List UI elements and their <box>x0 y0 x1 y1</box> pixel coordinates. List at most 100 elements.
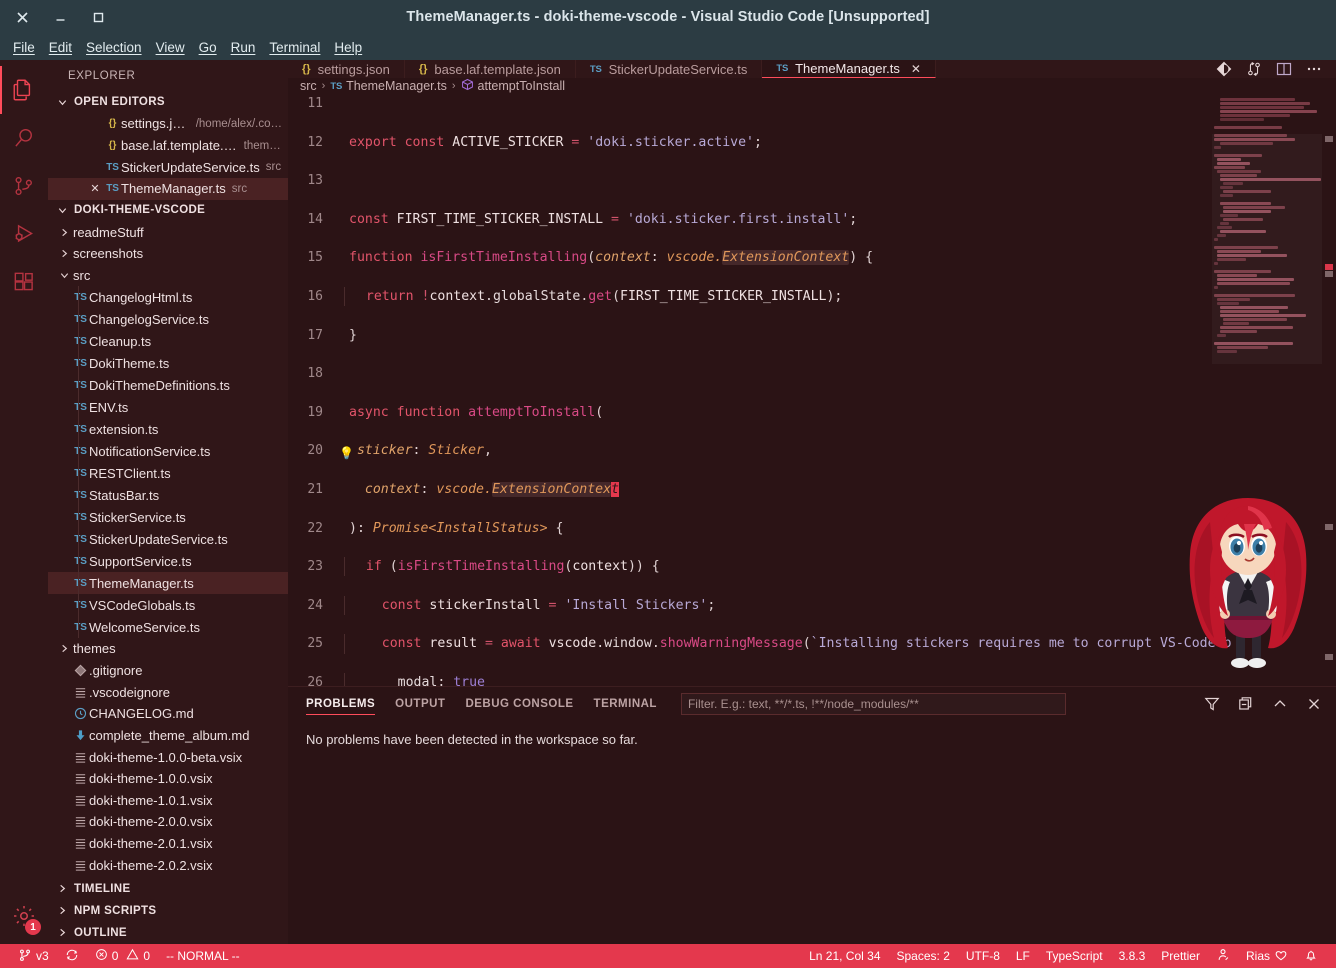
folder-screenshots[interactable]: screenshots <box>48 243 288 265</box>
section-npm-scripts[interactable]: NPM SCRIPTS <box>48 900 288 922</box>
more-actions-icon[interactable] <box>1306 61 1322 77</box>
file-dokithemedefinitions-ts[interactable]: TS DokiThemeDefinitions.ts <box>48 374 288 396</box>
file-env-ts[interactable]: TS ENV.ts <box>48 396 288 418</box>
status-eol[interactable]: LF <box>1008 944 1038 968</box>
tab-stickerupdateservice-ts[interactable]: TS StickerUpdateService.ts <box>575 60 763 79</box>
file-doki-theme-2-0-0-vsix[interactable]: doki-theme-2.0.0.vsix <box>48 811 288 833</box>
file-thememanager-ts[interactable]: TS ThemeManager.ts <box>48 572 288 595</box>
maximize-panel-icon[interactable] <box>1272 696 1288 712</box>
status-vim-mode[interactable]: -- NORMAL -- <box>158 944 248 968</box>
breadcrumb-item-attempttoinstall[interactable]: attemptToInstall <box>461 78 565 94</box>
filter-icon[interactable] <box>1204 696 1220 712</box>
file-stickerupdateservice-ts[interactable]: TS StickerUpdateService.ts <box>48 528 288 550</box>
open-editor-thememanager-ts[interactable]: ✕ TS ThemeManager.ts src <box>48 177 288 200</box>
status-doki-theme[interactable]: Rias <box>1238 944 1296 968</box>
source-control-compare-icon[interactable] <box>1246 61 1262 77</box>
file-doki-theme-1-0-1-vsix[interactable]: doki-theme-1.0.1.vsix <box>48 789 288 811</box>
file-gitignore[interactable]: .gitignore <box>48 660 288 682</box>
status-notifications[interactable] <box>1296 944 1326 968</box>
tab-base-laf-template-json[interactable]: {} base.laf.template.json <box>404 60 576 79</box>
section-open-editors[interactable]: OPEN EDITORS <box>48 91 288 113</box>
file-welcomeservice-ts[interactable]: TS WelcomeService.ts <box>48 616 288 638</box>
problems-filter-input[interactable]: Filter. E.g.: text, **/*.ts, !**/node_mo… <box>680 692 1066 715</box>
folder-src[interactable]: src <box>48 264 288 286</box>
file-extension-ts[interactable]: TS extension.ts <box>48 418 288 440</box>
close-window-icon[interactable] <box>14 9 30 25</box>
open-changes-icon[interactable] <box>1216 61 1232 77</box>
code-editor[interactable]: 11 12 export const ACTIVE_STICKER = 'doki… <box>288 94 1336 686</box>
status-problems[interactable]: 0 0 <box>87 944 158 968</box>
folder-readmestuff[interactable]: readmeStuff <box>48 221 288 243</box>
status-language-mode[interactable]: TypeScript <box>1038 944 1111 968</box>
section-outline[interactable]: OUTLINE <box>48 922 288 944</box>
status-screencast-mode[interactable] <box>1208 944 1238 968</box>
section-timeline[interactable]: TIMELINE <box>48 878 288 900</box>
open-editor-stickerupdateservice-ts[interactable]: TS StickerUpdateService.ts src <box>48 156 288 178</box>
menu-help[interactable]: Help <box>327 38 369 57</box>
panel-tab-output[interactable]: OUTPUT <box>385 687 455 720</box>
status-encoding[interactable]: UTF-8 <box>958 944 1008 968</box>
file-complete-theme-album-md[interactable]: complete_theme_album.md <box>48 725 288 747</box>
file-doki-theme-1-0-0-vsix[interactable]: doki-theme-1.0.0.vsix <box>48 768 288 790</box>
file-label: DokiTheme.ts <box>89 355 170 371</box>
quick-fix-lightbulb-icon[interactable]: 💡 <box>339 444 354 463</box>
activity-item-explorer[interactable] <box>0 66 48 114</box>
section-workspace[interactable]: DOKI-THEME-VSCODE <box>48 200 288 222</box>
file-vscodeignore[interactable]: .vscodeignore <box>48 681 288 703</box>
maximize-window-icon[interactable] <box>90 9 106 25</box>
activity-item-search[interactable] <box>0 114 48 162</box>
folder-label: screenshots <box>73 246 144 262</box>
folder-themes[interactable]: themes <box>48 638 288 660</box>
file-statusbar-ts[interactable]: TS StatusBar.ts <box>48 484 288 506</box>
activity-item-run-debug[interactable] <box>0 210 48 258</box>
close-tab-icon[interactable]: ✕ <box>911 62 921 76</box>
file-changelogservice-ts[interactable]: TS ChangelogService.ts <box>48 308 288 330</box>
panel-tab-terminal[interactable]: TERMINAL <box>584 687 667 720</box>
code-lines[interactable]: 11 12 export const ACTIVE_STICKER = 'doki… <box>288 94 1336 686</box>
menu-view[interactable]: View <box>149 38 192 57</box>
file-restclient-ts[interactable]: TS RESTClient.ts <box>48 462 288 484</box>
menu-file[interactable]: File <box>6 38 42 57</box>
minimize-window-icon[interactable] <box>52 9 68 25</box>
clear-problems-icon[interactable] <box>1238 696 1254 712</box>
menu-run[interactable]: Run <box>224 38 263 57</box>
menu-go[interactable]: Go <box>192 38 224 57</box>
file-notificationservice-ts[interactable]: TS NotificationService.ts <box>48 440 288 462</box>
status-cursor-position[interactable]: Ln 21, Col 34 <box>801 944 888 968</box>
status-formatter[interactable]: Prettier <box>1153 944 1208 968</box>
status-sync-changes[interactable] <box>57 944 87 968</box>
menu-selection[interactable]: Selection <box>79 38 149 57</box>
status-remote-branch[interactable]: v3 <box>10 944 57 968</box>
menu-terminal[interactable]: Terminal <box>262 38 327 57</box>
minimap-slider[interactable] <box>1212 134 1322 364</box>
file-changeloghtml-ts[interactable]: TS ChangelogHtml.ts <box>48 286 288 308</box>
breadcrumb-item-src[interactable]: src <box>300 79 317 93</box>
file-changelog-md[interactable]: CHANGELOG.md <box>48 703 288 725</box>
editor-scrollbar-vertical[interactable] <box>1322 94 1336 686</box>
panel-tab-problems[interactable]: PROBLEMS <box>306 687 385 720</box>
file-vscodeglobals-ts[interactable]: TS VSCodeGlobals.ts <box>48 594 288 616</box>
tab-thememanager-ts[interactable]: TS ThemeManager.ts ✕ <box>762 60 936 79</box>
panel-tab-debug-console[interactable]: DEBUG CONSOLE <box>455 687 583 720</box>
file-cleanup-ts[interactable]: TS Cleanup.ts <box>48 330 288 352</box>
breadcrumb-item-thememanager[interactable]: TS ThemeManager.ts <box>330 79 447 93</box>
status-typescript-version[interactable]: 3.8.3 <box>1111 944 1154 968</box>
activity-item-manage[interactable]: 1 <box>0 896 48 944</box>
open-editor-settings-json[interactable]: {} settings.json /home/alex/.con... <box>48 113 288 135</box>
file-stickerservice-ts[interactable]: TS StickerService.ts <box>48 506 288 528</box>
activity-item-extensions[interactable] <box>0 258 48 306</box>
close-panel-icon[interactable] <box>1306 696 1322 712</box>
activity-item-source-control[interactable] <box>0 162 48 210</box>
open-editor-base-laf-template-json[interactable]: {} base.laf.template.json theme... <box>48 135 288 157</box>
file-supportservice-ts[interactable]: TS SupportService.ts <box>48 550 288 572</box>
close-editor-icon[interactable]: ✕ <box>86 182 104 195</box>
split-editor-icon[interactable] <box>1276 61 1292 77</box>
file-doki-theme-2-0-1-vsix[interactable]: doki-theme-2.0.1.vsix <box>48 833 288 855</box>
minimap[interactable] <box>1212 94 1322 686</box>
file-doki-theme-2-0-2-vsix[interactable]: doki-theme-2.0.2.vsix <box>48 854 288 876</box>
file-dokitheme-ts[interactable]: TS DokiTheme.ts <box>48 352 288 374</box>
status-indentation[interactable]: Spaces: 2 <box>889 944 958 968</box>
tab-settings-json[interactable]: {} settings.json <box>288 60 405 79</box>
file-doki-theme-1-0-0-beta-vsix[interactable]: doki-theme-1.0.0-beta.vsix <box>48 746 288 768</box>
menu-edit[interactable]: Edit <box>42 38 79 57</box>
